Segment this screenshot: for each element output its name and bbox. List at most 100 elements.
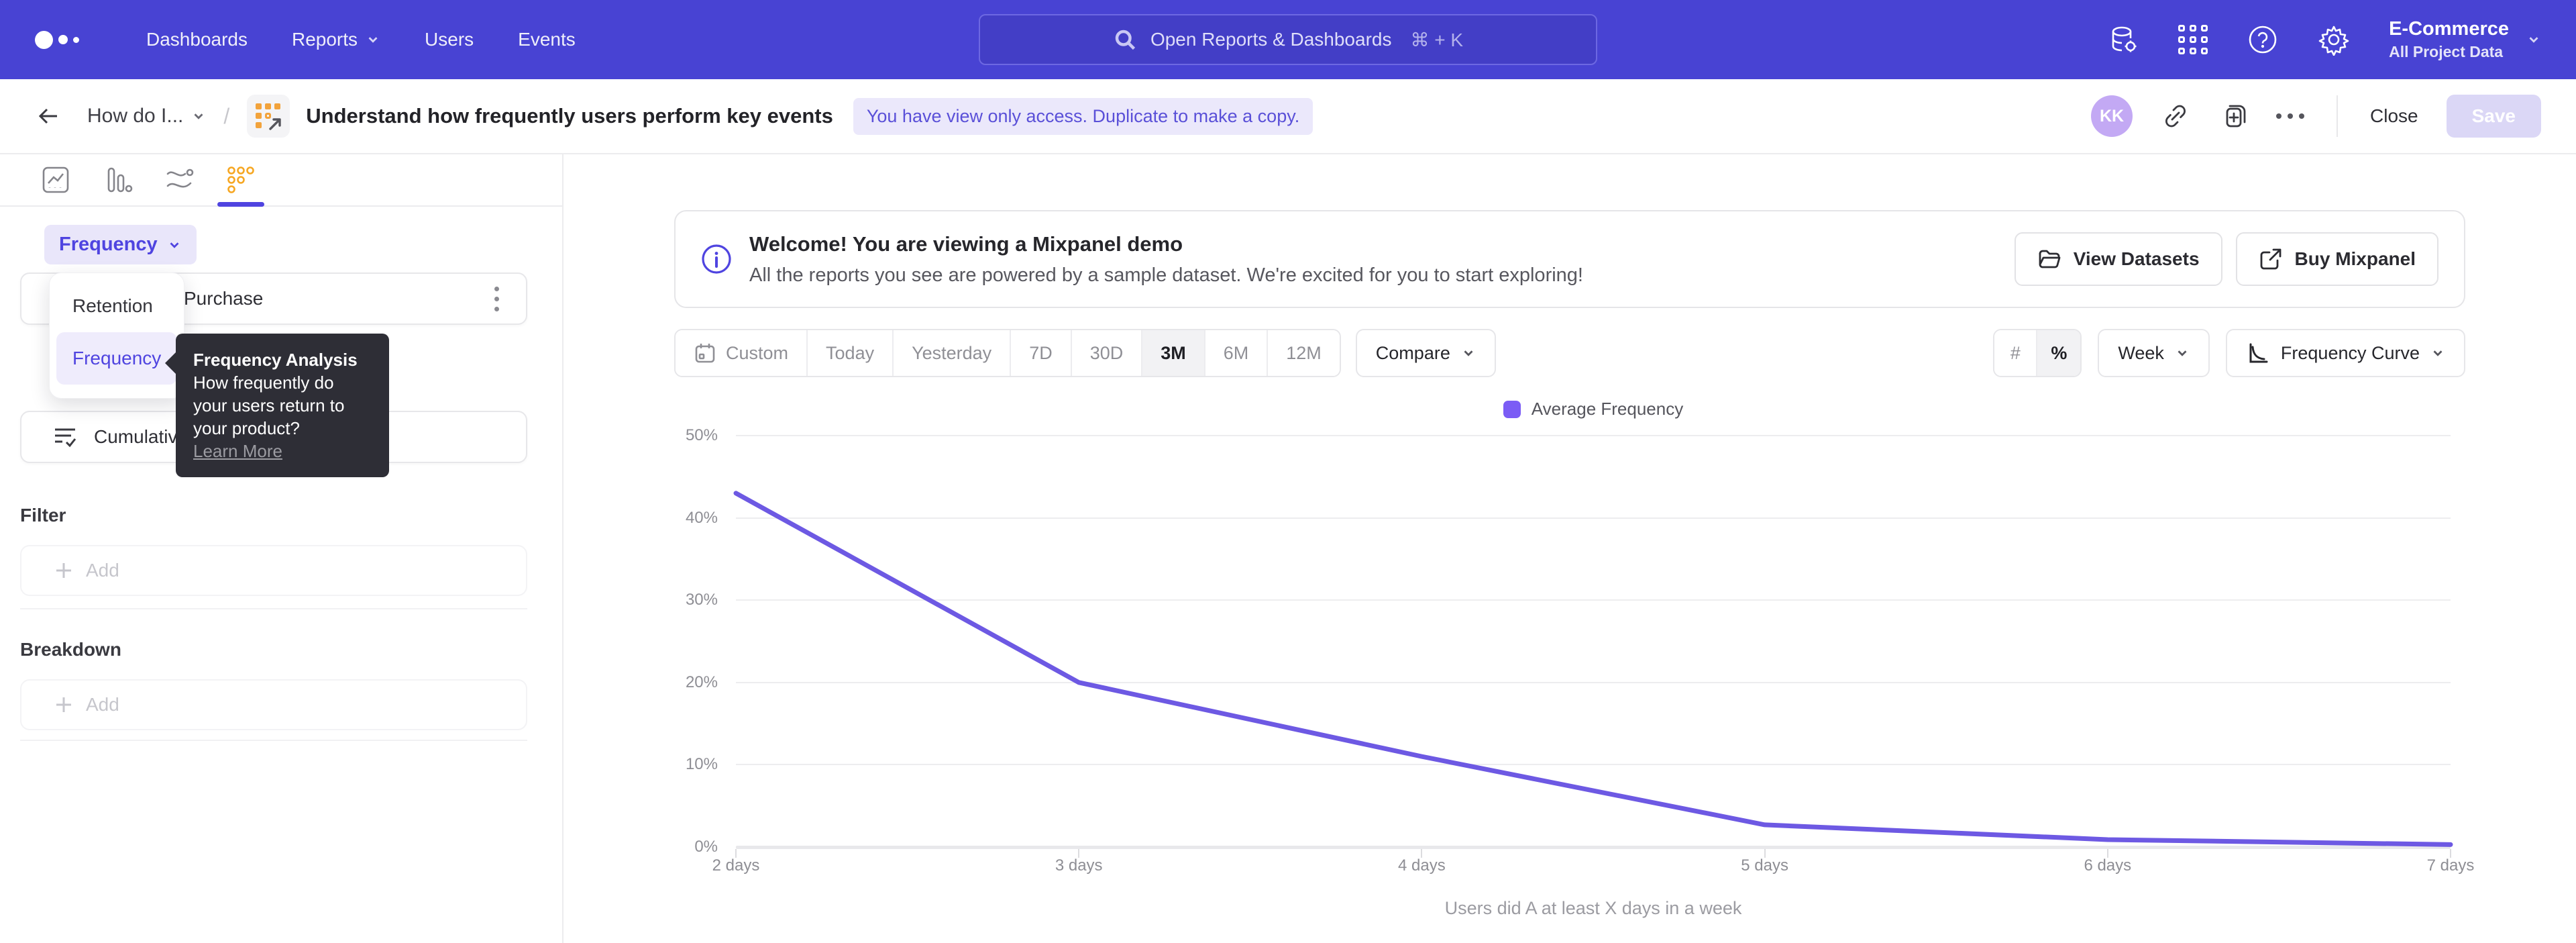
mixpanel-logo-icon[interactable] [35,31,79,49]
nav-item-users[interactable]: Users [425,29,474,50]
chevron-down-icon [2175,346,2190,360]
tab-flows[interactable] [148,154,210,205]
nav-item-dashboards[interactable]: Dashboards [146,29,248,50]
view-datasets-button[interactable]: View Datasets [2015,232,2222,286]
y-axis-labels: 0%10%20%30%40%50% [624,436,718,847]
filter-add-button[interactable]: Add [20,545,527,596]
range-button[interactable]: Yesterday [894,330,1011,376]
menu-item-retention[interactable]: Retention [56,280,177,332]
save-button[interactable]: Save [2447,95,2541,138]
flows-icon [164,164,195,195]
search-shortcut: ⌘ + K [1410,29,1463,51]
range-button[interactable]: Custom [676,330,808,376]
search-placeholder: Open Reports & Dashboards [1150,29,1392,50]
tooltip-body: How frequently do your users return to y… [193,371,372,440]
legend-label: Average Frequency [1532,399,1683,419]
y-tick-label: 20% [686,673,718,692]
apps-grid-icon[interactable] [2178,25,2208,54]
y-tick-label: 40% [686,509,718,528]
frequency-tooltip: Frequency Analysis How frequently do you… [176,334,389,477]
x-tick-label: 6 days [2084,856,2131,875]
nav-item-reports[interactable]: Reports [292,29,380,50]
value-mode-button[interactable]: % [2037,330,2080,376]
folder-icon [2037,247,2061,271]
more-options-icon[interactable] [2276,113,2304,119]
primary-nav: Dashboards Reports Users Events [146,29,576,50]
project-name: E-Commerce [2389,18,2509,40]
breadcrumb-separator: / [223,104,229,129]
retention-icon [225,164,256,195]
plus-icon [54,695,74,715]
insights-icon [40,164,71,195]
y-tick-label: 0% [694,838,718,856]
chevron-down-icon [191,109,206,123]
y-tick-label: 30% [686,591,718,609]
view-only-badge[interactable]: You have view only access. Duplicate to … [853,98,1313,135]
range-button[interactable]: 3M [1142,330,1205,376]
menu-item-frequency[interactable]: Frequency [56,332,177,385]
buy-mixpanel-button[interactable]: Buy Mixpanel [2236,232,2438,286]
avatar[interactable]: KK [2091,95,2133,137]
search-icon [1113,28,1137,52]
help-icon[interactable] [2247,23,2279,56]
chevron-down-icon [366,32,380,47]
copy-link-icon[interactable] [2161,101,2190,131]
duplicate-icon[interactable] [2218,101,2248,131]
calendar-icon [694,342,716,364]
value-mode-button[interactable]: # [1994,330,2037,376]
chart-type-dropdown[interactable]: Frequency Curve [2226,329,2465,377]
project-scope: All Project Data [2389,43,2509,61]
interval-dropdown[interactable]: Week [2098,329,2210,377]
range-button[interactable]: 30D [1072,330,1143,376]
tab-retention[interactable] [210,154,272,205]
x-tick-label: 3 days [1055,856,1103,875]
top-navbar: Dashboards Reports Users Events Open Rep… [0,0,2576,79]
settings-gear-icon[interactable] [2318,23,2350,56]
frequency-curve-chart[interactable] [736,436,2451,847]
report-tabs [0,154,562,207]
x-tick-label: 7 days [2427,856,2475,875]
x-axis-labels: 2 days3 days4 days5 days6 days7 days [736,856,2451,877]
info-icon [701,244,732,275]
x-tick-label: 5 days [1741,856,1788,875]
range-button[interactable]: Today [808,330,894,376]
chevron-down-icon [1461,346,1476,360]
range-button[interactable]: 12M [1268,330,1340,376]
event-options-icon[interactable] [494,287,499,311]
tab-funnels[interactable] [87,154,148,205]
chevron-down-icon [2526,32,2541,47]
funnels-icon [102,164,133,195]
chart-legend[interactable]: Average Frequency [736,399,2451,419]
breakdown-add-button[interactable]: Add [20,679,527,730]
plot-area [736,436,2451,847]
y-tick-label: 50% [686,426,718,445]
nav-item-events[interactable]: Events [518,29,576,50]
global-search-input[interactable]: Open Reports & Dashboards ⌘ + K [979,14,1597,65]
frequency-curve-icon [2246,341,2270,365]
breadcrumb[interactable]: How do I... [87,105,206,128]
tab-insights[interactable] [25,154,87,205]
learn-more-link[interactable]: Learn More [193,440,282,462]
demo-banner: Welcome! You are viewing a Mixpanel demo… [674,210,2465,308]
query-builder-sidebar: Frequency Purchase Cumulative Frequency … [0,154,564,943]
chevron-down-icon [167,238,182,252]
range-button[interactable]: 6M [1205,330,1269,376]
page-title: Understand how frequently users perform … [306,104,833,128]
range-button[interactable]: 7D [1011,330,1072,376]
x-tick-label: 2 days [712,856,760,875]
banner-title: Welcome! You are viewing a Mixpanel demo [749,232,1583,256]
frequency-line [736,493,2451,845]
compare-button[interactable]: Compare [1356,329,1496,377]
back-arrow-icon[interactable] [35,103,62,130]
chart-caption: Users did A at least X days in a week [736,898,2451,919]
measurement-dropdown[interactable]: Frequency [44,225,197,264]
value-mode-group: # % [1993,329,2082,377]
divider [20,608,527,609]
close-button[interactable]: Close [2370,105,2418,127]
plus-icon [54,560,74,581]
project-switcher[interactable]: E-Commerce All Project Data [2389,18,2541,61]
breakdown-heading: Breakdown [20,639,121,660]
data-management-icon[interactable] [2107,23,2139,56]
banner-subtitle: All the reports you see are powered by a… [749,264,1583,287]
chart-toolbar: Custom Today Yesterday 7D 30D 3M 6M 12M … [674,329,2465,377]
